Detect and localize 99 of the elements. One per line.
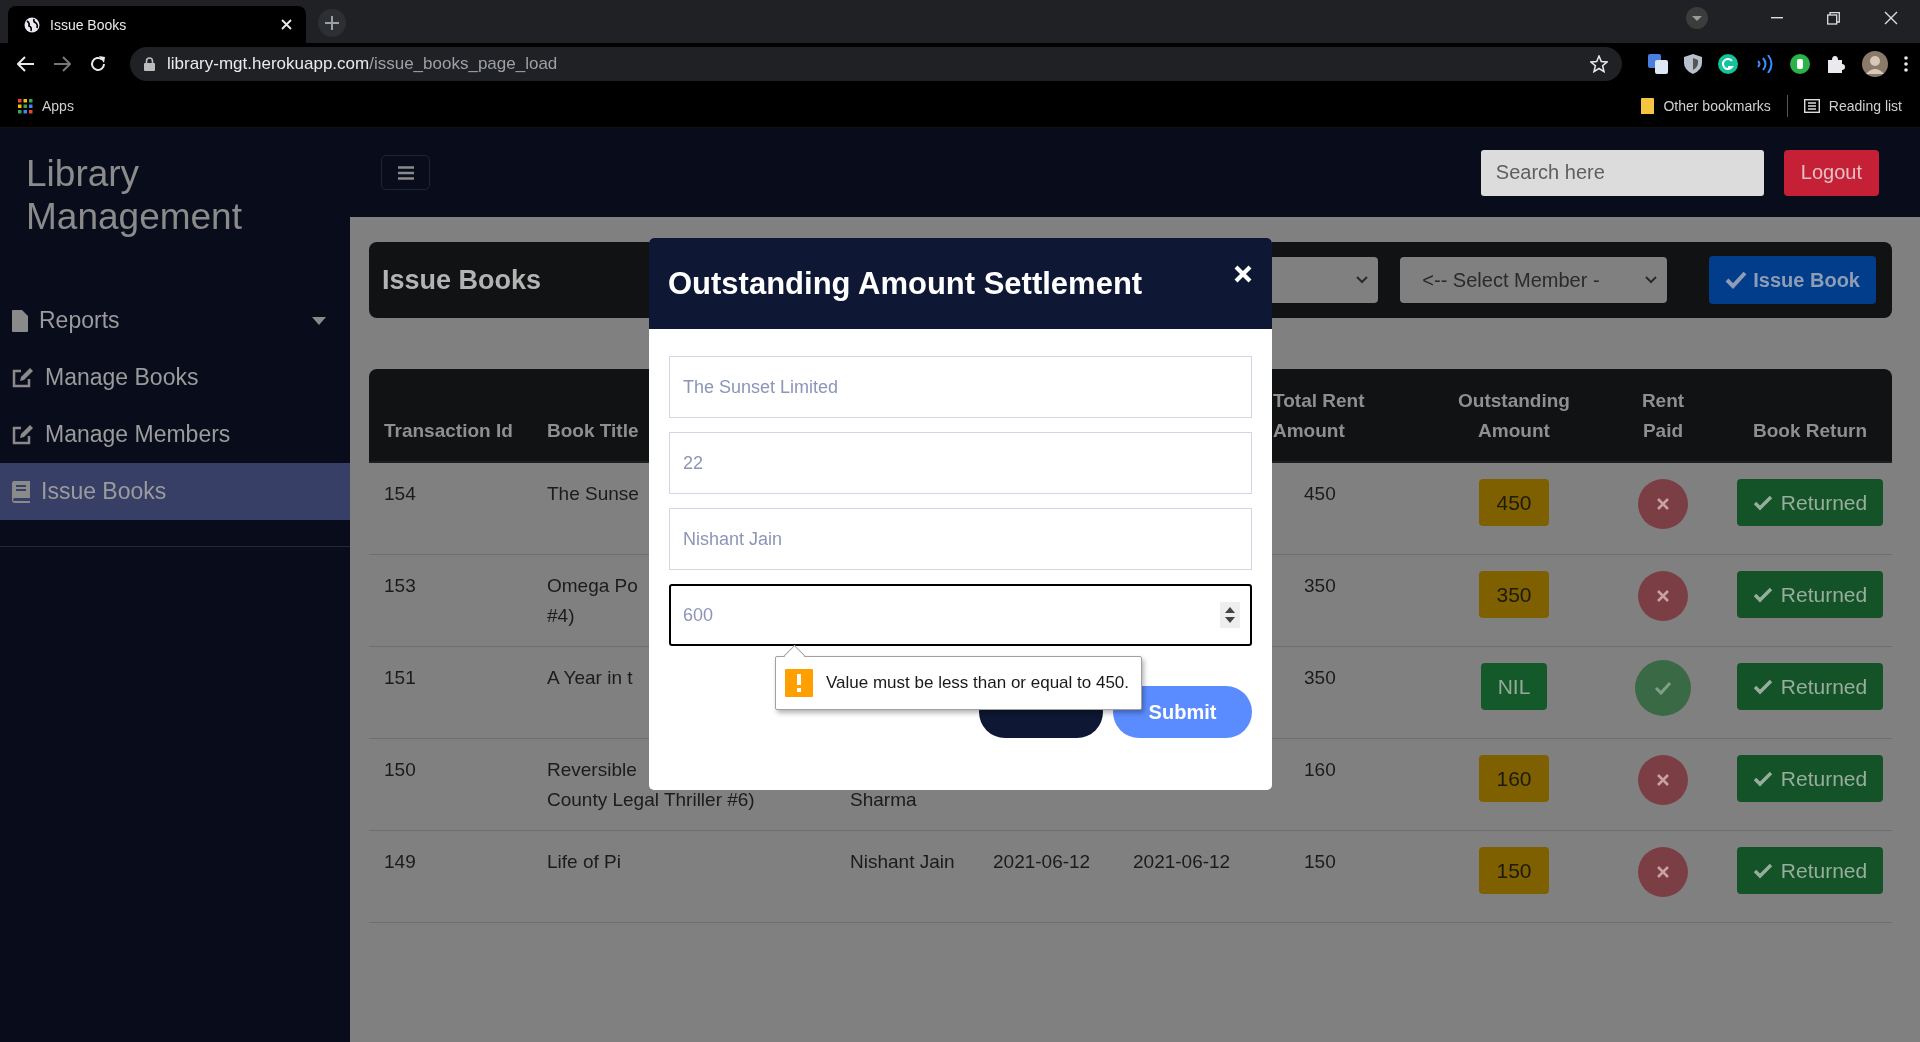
input-field[interactable]: 22 (669, 432, 1252, 494)
logout-button[interactable]: Logout (1783, 149, 1879, 196)
sidebar-item[interactable]: Manage Books (0, 349, 350, 406)
dialog-title: Outstanding Amount Settlement (668, 265, 1143, 302)
column-header: Transaction Id (384, 419, 513, 443)
table-cell-text: County Legal Thriller #6) (547, 788, 755, 812)
table-cell-text: 160 (1304, 758, 1336, 782)
bookmark[interactable]: Other bookmarks (1641, 98, 1771, 114)
folder-icon (1641, 98, 1655, 114)
input-field[interactable]: Nishant Jain (669, 508, 1252, 570)
spinner-icon[interactable] (1220, 602, 1240, 628)
url-text: library-mgt.herokuapp.com/issue_books_page_load (167, 54, 559, 74)
check-icon (1752, 862, 1773, 879)
bookmark[interactable]: Apps (18, 98, 74, 114)
table-cell: Nishant Jain (850, 851, 955, 872)
chevron-icon (1356, 276, 1369, 284)
puzzle-icon[interactable] (1826, 54, 1846, 74)
avatar-icon[interactable] (1862, 51, 1888, 77)
close-icon[interactable] (281, 19, 292, 30)
file-icon (12, 309, 28, 332)
chevron-icon (1645, 276, 1658, 284)
extension-dot-icon[interactable] (1790, 54, 1810, 74)
member-select[interactable]: <-- Select Member - (1400, 257, 1668, 303)
issue-book-button[interactable]: Issue Book (1709, 256, 1876, 304)
column-header: Rent Paid (1640, 389, 1686, 443)
table-cell-text: 350 (1304, 574, 1336, 598)
table-cell-text: The Sunse (547, 482, 639, 506)
column-header: Outstanding Amount (1457, 389, 1571, 443)
close-icon[interactable] (1884, 11, 1898, 25)
menu-icon (397, 165, 414, 180)
minimize-icon[interactable] (1771, 17, 1783, 19)
returned-button[interactable]: Returned (1736, 755, 1884, 802)
table-cell-text: 2021-06-12 (993, 850, 1091, 874)
column-header: Book Return (1753, 419, 1867, 443)
translate-icon[interactable] (1648, 54, 1668, 74)
column-header: Total Rent Amount (1273, 389, 1366, 443)
table-cell-text: 151 (384, 666, 416, 690)
check-icon (1752, 494, 1773, 511)
plus-icon (325, 16, 339, 30)
returned-button[interactable]: Returned (1736, 847, 1884, 894)
search-field[interactable]: Search here (1480, 149, 1764, 196)
browser-tab[interactable]: Issue Books (8, 6, 306, 43)
table-cell-text: Omega Po (547, 574, 638, 598)
book-icon (12, 480, 30, 503)
sidebar-item[interactable]: Reports (0, 292, 350, 349)
profile-dropdown-icon[interactable] (1685, 6, 1709, 30)
amount-badge: NIL (1480, 663, 1548, 710)
table-cell-text: 2021-06-12 (1133, 850, 1231, 874)
table-cell-text: Reversible (547, 758, 637, 782)
tab-title: Issue Books (50, 16, 128, 33)
returned-button[interactable]: Returned (1736, 571, 1884, 618)
lock-icon (144, 57, 155, 71)
input-field[interactable]: The Sunset Limited (669, 356, 1252, 418)
new-tab-button[interactable] (318, 9, 346, 37)
table-cell-text: 154 (384, 482, 416, 506)
restore-icon[interactable] (1827, 11, 1840, 25)
table-cell: Sharma (850, 789, 917, 810)
address-bar[interactable]: library-mgt.herokuapp.com/issue_books_page_load (130, 47, 1622, 81)
caret-icon (312, 316, 326, 325)
globe-icon (24, 16, 40, 33)
table-cell-text: A Year in t (547, 666, 633, 690)
amount-badge: 450 (1479, 479, 1549, 526)
table-cell-text: 350 (1304, 666, 1336, 690)
check-icon (1752, 586, 1773, 603)
amount-badge: 150 (1479, 847, 1549, 894)
back-icon[interactable] (17, 56, 35, 72)
table-cell-text: #4) (547, 604, 575, 628)
star-icon[interactable] (1590, 55, 1608, 73)
more-icon[interactable] (1904, 56, 1908, 72)
returned-button[interactable]: Returned (1736, 663, 1884, 710)
shield-icon[interactable] (1684, 54, 1702, 74)
table-cell-text: 149 (384, 850, 416, 874)
check-icon (1752, 770, 1773, 787)
app-title: Library Management (25, 152, 243, 238)
amount-badge: 350 (1479, 571, 1549, 618)
table-cell-text: 153 (384, 574, 416, 598)
bookmark[interactable]: Reading list (1803, 98, 1902, 114)
sound-waves-icon[interactable] (1754, 55, 1774, 73)
check-icon (1752, 678, 1773, 695)
warning-icon (785, 669, 813, 697)
table-cell-text: 450 (1304, 482, 1336, 506)
menu-button[interactable] (381, 155, 430, 190)
returned-button[interactable]: Returned (1736, 479, 1884, 526)
list-icon (1803, 99, 1820, 113)
edit-icon (12, 367, 34, 388)
input-field[interactable]: 600 (669, 584, 1252, 646)
amount-badge: 160 (1479, 755, 1549, 802)
check-icon (1725, 271, 1748, 289)
reload-icon[interactable] (89, 55, 107, 73)
column-header: Book Title (547, 419, 639, 443)
page-title: Issue Books (382, 264, 542, 296)
edit-icon (12, 424, 34, 445)
apps-grid-icon (18, 98, 33, 114)
forward-icon[interactable] (53, 56, 71, 72)
sidebar-item[interactable]: Manage Members (0, 406, 350, 463)
sidebar-item[interactable]: Issue Books (0, 463, 350, 520)
table-cell-text: 150 (1304, 850, 1336, 874)
table-cell-text: 150 (384, 758, 416, 782)
table-cell-text: Life of Pi (547, 850, 621, 874)
